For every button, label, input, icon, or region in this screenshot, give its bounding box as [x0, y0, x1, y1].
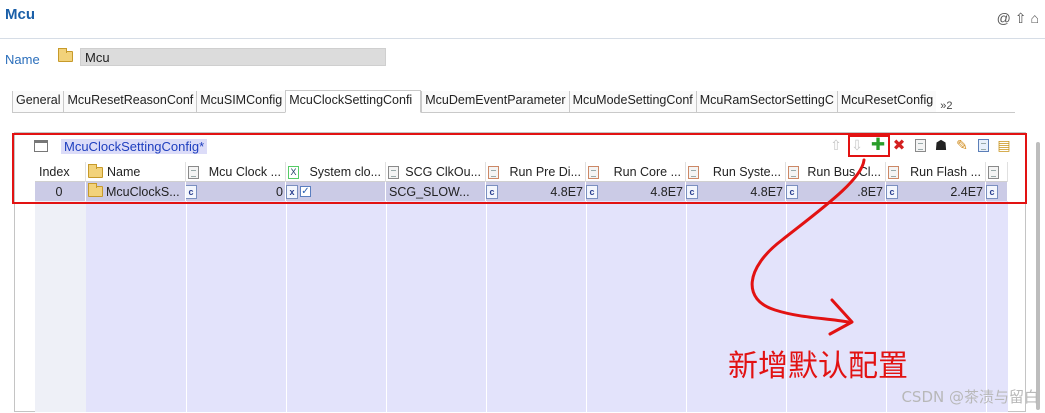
annotation-text: 新增默认配置: [728, 349, 908, 384]
watermark: CSDN @茶渍与留白: [901, 388, 1039, 406]
